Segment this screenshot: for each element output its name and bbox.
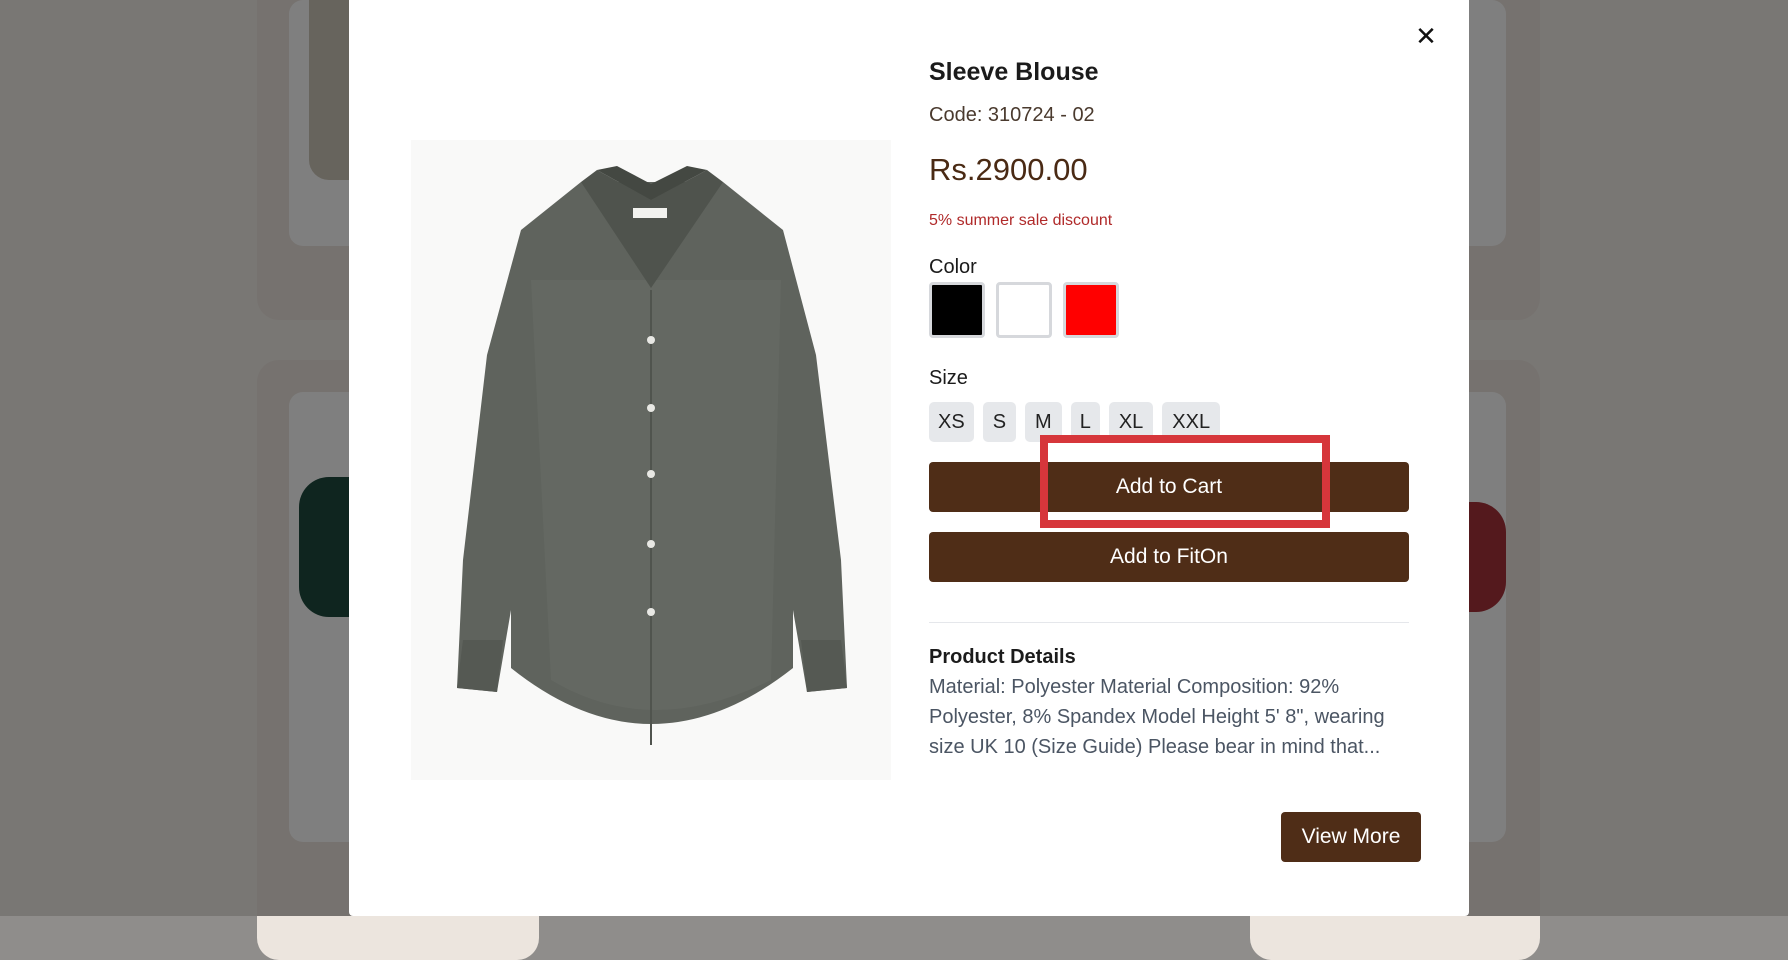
size-option-xs[interactable]: XS bbox=[929, 402, 974, 442]
product-details-text: Material: Polyester Material Composition… bbox=[929, 676, 1385, 758]
size-option-s[interactable]: S bbox=[982, 402, 1017, 442]
product-quick-view-modal: ✕ Sleeve Blouse Code: 310724 - 02 Rs.290… bbox=[349, 0, 1469, 916]
color-label: Color bbox=[929, 256, 977, 278]
product-code: Code: 310724 - 02 bbox=[929, 104, 1095, 126]
color-swatch-white[interactable] bbox=[996, 282, 1052, 338]
product-image bbox=[411, 140, 891, 780]
size-option-xl[interactable]: XL bbox=[1108, 402, 1154, 442]
divider bbox=[929, 622, 1409, 623]
add-to-cart-button[interactable]: Add to Cart bbox=[929, 462, 1409, 512]
size-option-m[interactable]: M bbox=[1025, 402, 1062, 442]
color-swatch-black[interactable] bbox=[929, 282, 985, 338]
size-option-xxl[interactable]: XXL bbox=[1162, 402, 1221, 442]
size-label: Size bbox=[929, 367, 968, 389]
color-swatch-red[interactable] bbox=[1063, 282, 1119, 338]
product-title: Sleeve Blouse bbox=[929, 58, 1099, 86]
add-to-fiton-button[interactable]: Add to FitOn bbox=[929, 532, 1409, 582]
color-swatches bbox=[929, 282, 1119, 338]
size-options: XS S M L XL XXL bbox=[929, 402, 1221, 442]
product-price: Rs.2900.00 bbox=[929, 152, 1088, 187]
close-icon[interactable]: ✕ bbox=[1411, 22, 1441, 52]
discount-text: 5% summer sale discount bbox=[929, 212, 1113, 229]
shirt-image bbox=[457, 166, 847, 745]
size-option-l[interactable]: L bbox=[1070, 402, 1100, 442]
view-more-button[interactable]: View More bbox=[1281, 812, 1421, 862]
product-details-heading: Product Details bbox=[929, 646, 1076, 668]
